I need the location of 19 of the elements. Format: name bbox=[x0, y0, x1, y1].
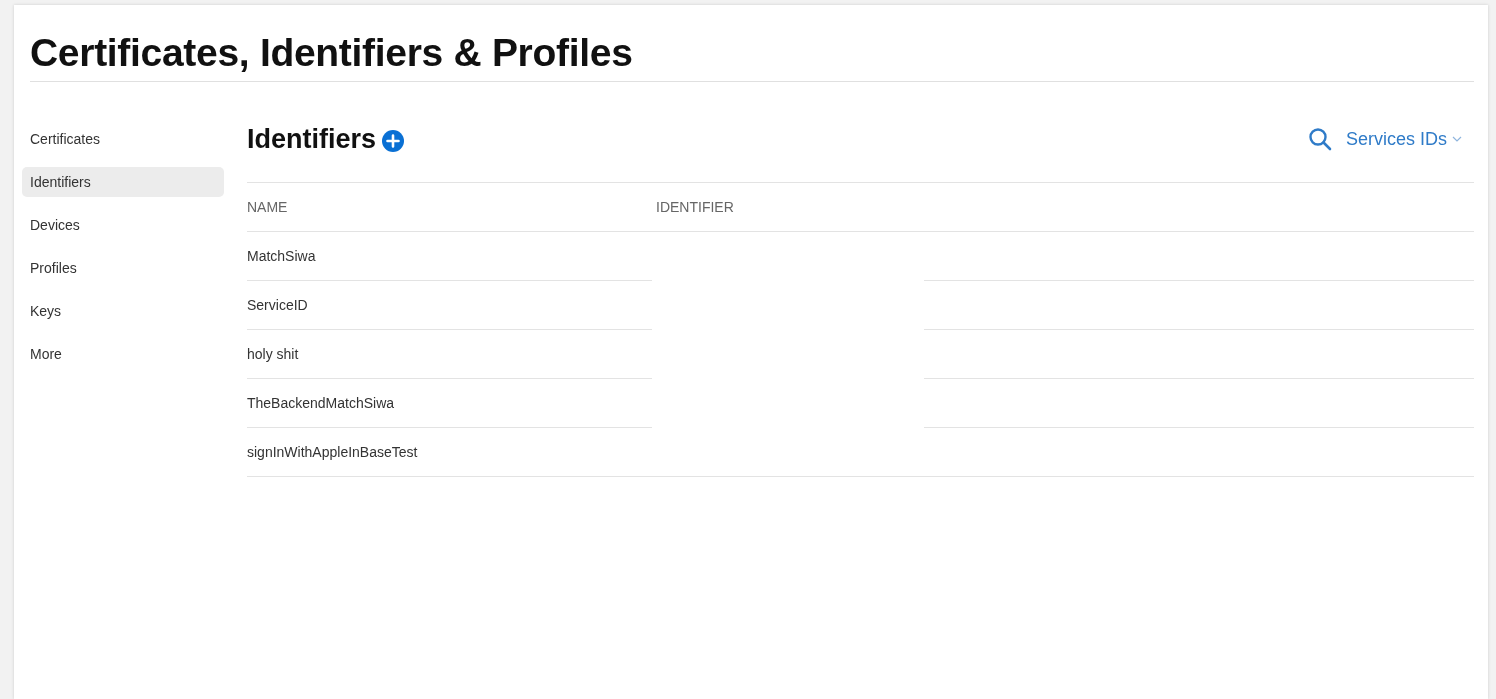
column-header: NAME bbox=[247, 199, 289, 215]
sidebar-item[interactable]: Profiles bbox=[22, 253, 224, 283]
section-title: Identifiers bbox=[247, 123, 377, 155]
filter-dropdown[interactable]: Services IDs bbox=[1345, 128, 1462, 150]
table-cell-text: MatchSiwa bbox=[247, 248, 317, 264]
chevron-down-icon bbox=[1452, 136, 1462, 142]
sidebar-item[interactable]: More bbox=[22, 339, 224, 369]
table-cell-text: signInWithAppleInBaseTest bbox=[247, 444, 419, 460]
sidebar-item[interactable]: Identifiers bbox=[22, 167, 224, 197]
column-header: IDENTIFIER bbox=[656, 199, 735, 215]
search-icon[interactable] bbox=[1307, 127, 1332, 151]
table-cell-text: TheBackendMatchSiwa bbox=[247, 395, 396, 411]
sidebar-item[interactable]: Devices bbox=[22, 210, 224, 240]
page-title: Certificates, Identifiers & Profiles bbox=[30, 31, 1474, 82]
add-icon[interactable] bbox=[382, 130, 405, 152]
table-cell-text: ServiceID bbox=[247, 297, 309, 313]
sidebar-item[interactable]: Certificates bbox=[22, 124, 224, 154]
table-cell-text: holy shit bbox=[247, 346, 300, 362]
sidebar-item[interactable]: Keys bbox=[22, 296, 224, 326]
